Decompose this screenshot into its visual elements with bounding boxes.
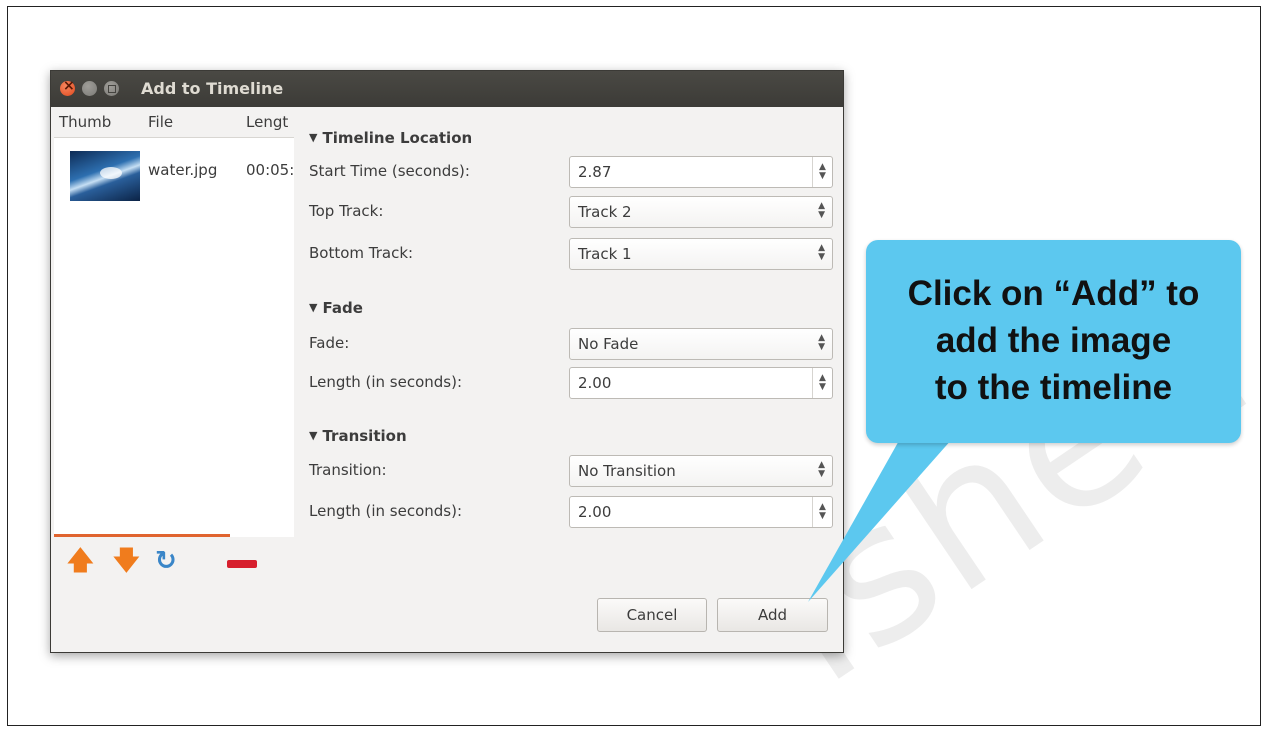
dialog-title: Add to Timeline: [141, 79, 284, 98]
bottom-track-select[interactable]: Track 1 ▲ ▼: [569, 238, 833, 270]
add-button[interactable]: Add: [717, 598, 828, 632]
bottom-track-label: Bottom Track:: [309, 244, 414, 262]
fade-length-label: Length (in seconds):: [309, 373, 463, 391]
section-heading: Transition: [322, 427, 407, 445]
section-heading: Timeline Location: [322, 129, 473, 147]
top-track-label: Top Track:: [309, 202, 384, 220]
start-time-value: 2.87: [578, 163, 612, 181]
thumbnail-image: [70, 151, 140, 201]
fade-value: No Fade: [578, 335, 639, 353]
refresh-icon[interactable]: ↻: [155, 547, 177, 575]
select-arrows-icon: ▲ ▼: [818, 460, 825, 479]
file-name: water.jpg: [148, 161, 218, 179]
column-header-thumb[interactable]: Thumb: [59, 113, 111, 131]
maximize-window-button[interactable]: [104, 81, 119, 96]
titlebar: Add to Timeline: [51, 71, 843, 107]
instruction-callout: Click on “Add” to add the image to the t…: [866, 240, 1241, 443]
transition-value: No Transition: [578, 462, 676, 480]
select-arrows-icon: ▲ ▼: [818, 201, 825, 220]
bottom-track-value: Track 1: [578, 245, 632, 263]
fade-label: Fade:: [309, 334, 350, 352]
section-transition[interactable]: ▼ Transition: [309, 427, 407, 445]
select-arrows-icon: ▲ ▼: [818, 243, 825, 262]
file-length: 00:05:: [246, 161, 294, 179]
section-timeline-location[interactable]: ▼ Timeline Location: [309, 129, 472, 147]
top-track-select[interactable]: Track 2 ▲ ▼: [569, 196, 833, 228]
expander-triangle-icon: ▼: [309, 131, 318, 144]
section-heading: Fade: [322, 299, 363, 317]
transition-length-value: 2.00: [578, 503, 612, 521]
fade-length-value: 2.00: [578, 374, 612, 392]
transition-label: Transition:: [309, 461, 387, 479]
minimize-window-button[interactable]: [82, 81, 97, 96]
callout-line: to the timeline: [934, 368, 1173, 407]
expander-triangle-icon: ▼: [309, 301, 318, 314]
add-to-timeline-dialog: Add to Timeline Thumb File Lengt water.j…: [50, 70, 844, 653]
list-progress-bar: [54, 534, 230, 537]
move-up-icon[interactable]: 🡅: [67, 547, 94, 575]
cancel-button[interactable]: Cancel: [597, 598, 707, 632]
remove-icon[interactable]: [227, 560, 257, 568]
callout-line: add the image: [935, 321, 1172, 360]
file-row[interactable]: water.jpg 00:05:: [54, 147, 294, 203]
move-down-icon[interactable]: 🡇: [113, 547, 140, 575]
start-time-label: Start Time (seconds):: [309, 162, 470, 180]
transition-length-spinner[interactable]: 2.00 ▲ ▼: [569, 496, 833, 528]
fade-select[interactable]: No Fade ▲ ▼: [569, 328, 833, 360]
file-list-header: Thumb File Lengt: [54, 107, 294, 138]
close-window-button[interactable]: [60, 78, 75, 96]
start-time-spinner[interactable]: 2.87 ▲ ▼: [569, 156, 833, 188]
transition-length-label: Length (in seconds):: [309, 502, 463, 520]
expander-triangle-icon: ▼: [309, 429, 318, 442]
file-list[interactable]: Thumb File Lengt water.jpg 00:05:: [54, 107, 294, 537]
section-fade[interactable]: ▼ Fade: [309, 299, 363, 317]
select-arrows-icon: ▲ ▼: [818, 333, 825, 352]
spinner-arrows-icon[interactable]: ▲ ▼: [812, 368, 832, 398]
callout-line: Click on “Add” to: [907, 274, 1200, 313]
transition-select[interactable]: No Transition ▲ ▼: [569, 455, 833, 487]
spinner-arrows-icon[interactable]: ▲ ▼: [812, 157, 832, 187]
spinner-arrows-icon[interactable]: ▲ ▼: [812, 497, 832, 527]
top-track-value: Track 2: [578, 203, 632, 221]
callout-text: Click on “Add” to add the image to the t…: [866, 270, 1241, 411]
column-header-length[interactable]: Lengt: [246, 113, 294, 131]
column-header-file[interactable]: File: [148, 113, 173, 131]
fade-length-spinner[interactable]: 2.00 ▲ ▼: [569, 367, 833, 399]
